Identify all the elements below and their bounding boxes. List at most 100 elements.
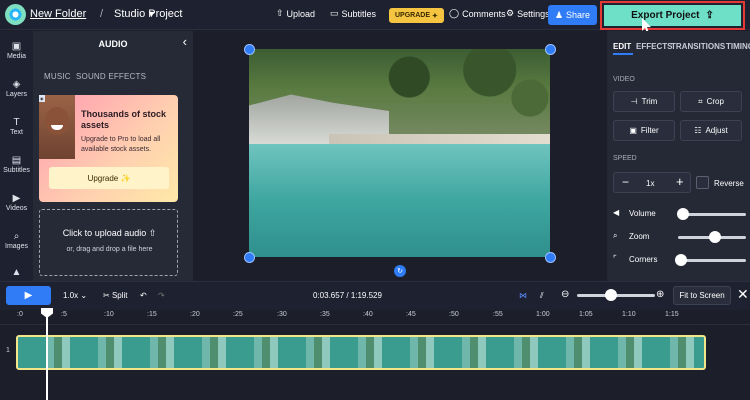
share-button[interactable]: ♟ Share [548,5,597,25]
upload-audio-label: Click to upload audio [62,228,147,238]
zoom-in-icon[interactable]: ⊕ [656,289,664,300]
filter-icon: ▣ [629,126,637,135]
rotate-handle-icon[interactable]: ↻ [394,265,406,277]
chevron-down-icon: ⌄ [80,291,88,300]
gear-icon: ⚙ [506,8,515,18]
ruler-tick: :20 [190,311,200,318]
zoom-icon: ⌕ [613,231,618,240]
undo-icon[interactable]: ↶ [140,291,147,300]
audio-panel: AUDIO ‹ MUSIC SOUND EFFECTS ◉ Thousands … [33,31,193,281]
subtitles-icon: ▭ [330,8,339,18]
speed-value: 1x [646,179,655,188]
comment-icon: ◯ [449,8,460,18]
split-button[interactable]: ✂ Split [103,291,128,300]
time-separator: / [344,291,351,300]
tab-music[interactable]: MUSIC [44,72,71,81]
media-icon: ▣ [11,41,22,52]
volume-mute-icon[interactable]: ◀ [613,208,619,217]
breadcrumb-separator: / [100,8,104,20]
redo-icon[interactable]: ↷ [158,291,165,300]
upload-button[interactable]: ⇧ Upload [276,8,315,19]
trim-button[interactable]: ⊣ Trim [613,91,675,112]
export-highlight-box: Export Project ⇪ [600,1,745,30]
tab-sound-effects[interactable]: SOUND EFFECTS [76,72,146,81]
tab-transitions[interactable]: TRANSITIONS [671,42,725,51]
speed-increase-button[interactable]: + [676,174,684,189]
upgrade-button[interactable]: UPGRADE ✦ [389,8,444,23]
zoom-out-icon[interactable]: ⊖ [561,289,569,300]
rail-item-images[interactable]: ⌕ Images [0,231,33,250]
edit-panel: EDIT EFFECTS TRANSITIONS TIMING VIDEO ⊣T… [607,31,750,281]
ruler-tick: 1:05 [579,311,593,318]
total-time: 1:19.529 [350,291,382,300]
waveform-icon[interactable]: ⋈ [519,291,527,300]
video-clip[interactable] [16,335,706,370]
trim-icon: ⊣ [630,97,638,106]
crop-button[interactable]: ⌗ Crop [680,91,742,112]
timeline-zoom-knob[interactable] [605,289,617,301]
resize-handle-bottom-left[interactable] [244,252,255,263]
upload-audio-dropzone[interactable]: Click to upload audio ⇧ or, drag and dro… [39,209,178,276]
playback-speed-select[interactable]: 1.0x ⌄ [63,291,87,300]
reverse-checkbox[interactable] [696,176,709,189]
ruler-tick: :50 [449,311,459,318]
timeline-ruler[interactable]: :0 :5 :10 :15 :20 :25 :30 :35 :40 :45 :5… [0,310,750,325]
play-button[interactable]: ▶ [6,286,51,305]
left-rail: ▣ Media ◈ Layers T Text ▤ Subtitles ▶ Videos … [0,31,33,281]
settings-button[interactable]: ⚙ Settings [506,8,550,19]
corners-slider-knob[interactable] [675,254,688,266]
zoom-slider-knob[interactable] [709,231,722,243]
promo-upgrade-button[interactable]: Upgrade ✨ [49,167,169,189]
sparkle-icon: ✦ [432,12,438,20]
ruler-tick: :55 [493,311,503,318]
speed-stepper: − 1x + [613,172,691,193]
rail-item-layers[interactable]: ◈ Layers [0,79,33,98]
resize-handle-bottom-right[interactable] [545,252,556,263]
app-logo[interactable] [5,4,26,25]
playhead[interactable] [46,312,48,400]
play-icon: ▶ [24,290,33,301]
speed-section-label: SPEED [613,155,637,162]
text-icon: T [13,117,20,128]
rail-item-videos[interactable]: ▶ Videos [0,193,33,212]
split-view-icon[interactable]: ⫽ [540,291,544,301]
reverse-label: Reverse [714,179,744,188]
breadcrumb-folder[interactable]: New Folder [30,8,86,20]
chevron-down-icon[interactable]: ▼ [147,9,156,19]
video-preview[interactable] [249,49,550,257]
adjust-button[interactable]: ☷ Adjust [680,120,742,141]
ruler-tick: :5 [61,311,67,318]
share-out-icon: ⇪ [705,10,714,21]
panel-title: AUDIO [98,39,128,49]
corners-row: ⌜ Corners [613,253,750,267]
export-project-button[interactable]: Export Project ⇪ [604,5,741,26]
collapse-panel-icon[interactable]: ‹ [183,34,187,49]
corners-slider[interactable] [678,259,746,262]
comments-button[interactable]: ◯ Comments [449,8,506,19]
current-time: 0:03.657 [313,291,345,300]
rail-item-elements[interactable]: ▲ [0,267,33,279]
resize-handle-top-left[interactable] [244,44,255,55]
filter-button[interactable]: ▣ Filter [613,120,675,141]
close-timeline-icon[interactable]: ✕ [737,286,749,303]
rail-item-subtitles[interactable]: ▤ Subtitles [0,155,33,174]
upload-icon: ⇧ [276,8,284,18]
video-icon: ▶ [12,193,21,204]
adjust-icon: ☷ [694,126,702,135]
tab-effects[interactable]: EFFECTS [636,42,672,51]
ruler-tick: :40 [363,311,373,318]
promo-title: Thousands of stock assets [81,109,167,130]
resize-handle-top-right[interactable] [545,44,556,55]
corner-icon: ⌜ [613,254,617,263]
tab-edit[interactable]: EDIT [613,42,631,51]
volume-slider-knob[interactable] [677,208,690,220]
crop-icon: ⌗ [698,96,703,106]
ruler-tick: :35 [320,311,330,318]
subtitles-button[interactable]: ▭ Subtitles [330,8,376,19]
ruler-tick: 1:10 [622,311,636,318]
fit-to-screen-button[interactable]: Fit to Screen [673,286,731,305]
speed-decrease-button[interactable]: − [622,175,629,189]
rail-item-text[interactable]: T Text [0,117,33,136]
tab-timing[interactable]: TIMING [726,42,750,51]
rail-item-media[interactable]: ▣ Media [0,41,33,60]
